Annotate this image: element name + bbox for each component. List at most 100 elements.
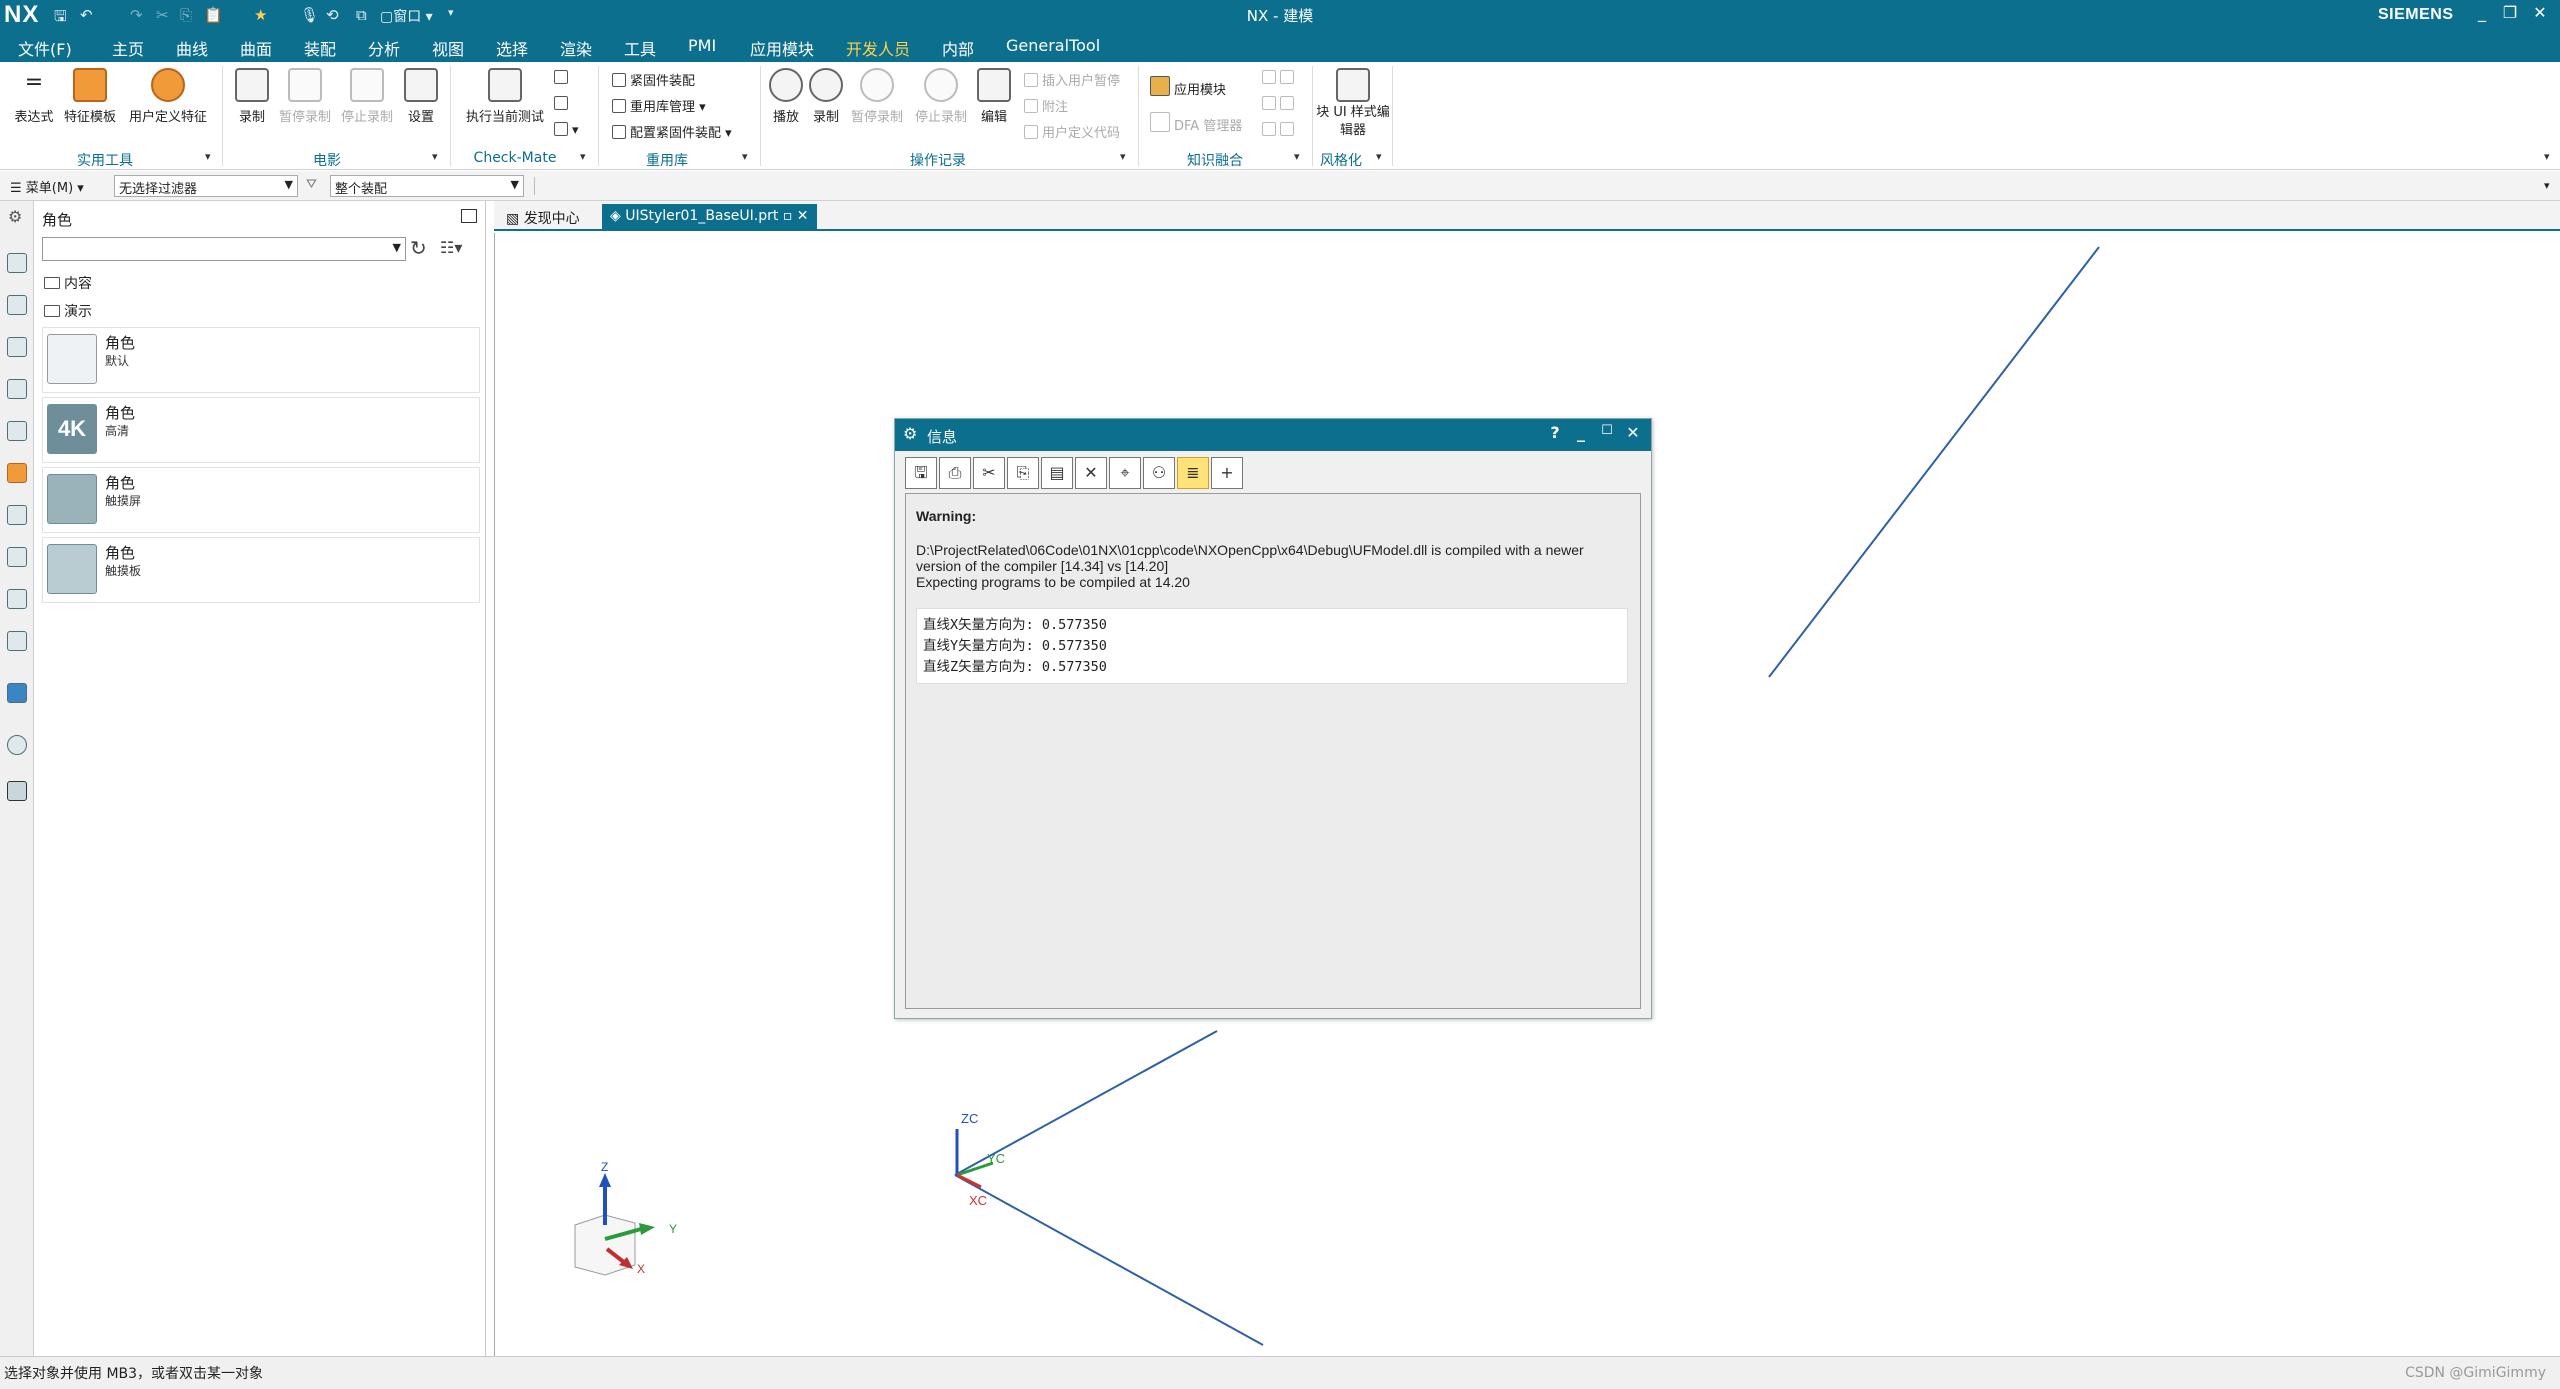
paste-icon[interactable]: ▤ (1041, 457, 1073, 489)
group-movie-more-icon[interactable]: ▾ (432, 150, 438, 163)
movie-settings-button[interactable]: 设置 (400, 68, 442, 125)
expression-button[interactable]: = 表达式 (10, 68, 58, 125)
maximize-panel-icon[interactable] (461, 209, 477, 223)
fastener-assembly-item[interactable]: 紧固件装配 (612, 70, 695, 89)
history-icon[interactable] (7, 547, 27, 567)
hd3d-tools-icon[interactable] (7, 463, 27, 483)
gear-icon[interactable]: ⚙ (903, 424, 917, 443)
movie-pause-button[interactable]: 暂停录制 (276, 68, 334, 125)
process-studio-icon[interactable] (7, 631, 27, 651)
find-icon[interactable]: ⌖ (1109, 457, 1141, 489)
binoculars-icon[interactable]: ⚇ (1143, 457, 1175, 489)
menu-curve[interactable]: 曲线 (176, 36, 208, 60)
role-card-default[interactable]: 角色 默认 (42, 327, 480, 393)
tree-folder-content[interactable]: 内容 (44, 273, 92, 293)
cut-icon[interactable]: ✂ (973, 457, 1005, 489)
web-browser-icon[interactable] (7, 505, 27, 525)
kf-tool1-icon[interactable] (1262, 70, 1298, 86)
checkmate-tool3-icon[interactable]: ▾ (554, 122, 579, 138)
journal-record-button[interactable]: 录制 (808, 68, 844, 125)
globe-icon[interactable] (7, 683, 27, 703)
user-defined-code-item[interactable]: 用户定义代码 (1024, 122, 1120, 141)
group-knowledge-more-icon[interactable]: ▾ (1294, 150, 1300, 163)
save-icon[interactable]: 🖫 (905, 457, 937, 489)
maximize-icon[interactable]: ☐ (1595, 423, 1619, 438)
restore-button[interactable]: ❐ (2496, 3, 2524, 22)
role-card-touchscreen[interactable]: 角色 触摸屏 (42, 467, 480, 533)
reuse-library-icon[interactable] (7, 379, 27, 399)
clock-icon[interactable] (7, 735, 27, 755)
insert-user-pause-item[interactable]: 插入用户暂停 (1024, 70, 1120, 89)
selection-scope-dropdown[interactable]: 整个装配 ▼ (330, 175, 524, 197)
help-icon[interactable]: ? (1543, 423, 1567, 442)
dfa-manager-item[interactable]: DFA 管理器 (1150, 112, 1242, 134)
group-utilities-more-icon[interactable]: ▾ (205, 150, 211, 163)
run-current-test-button[interactable]: 执行当前测试 (460, 68, 550, 125)
close-button[interactable]: ✕ (2526, 3, 2554, 22)
model-line-segment[interactable] (954, 1174, 1264, 1346)
dialog-titlebar[interactable]: ⚙ 信息 ? _ ☐ ✕ (895, 419, 1651, 451)
role-card-touchpad[interactable]: 角色 触摸板 (42, 537, 480, 603)
menu-assembly[interactable]: 装配 (304, 36, 336, 60)
journal-stop-button[interactable]: 停止录制 (912, 68, 970, 125)
minimize-button[interactable]: _ (2468, 3, 2496, 22)
assembly-navigator-icon[interactable] (7, 253, 27, 273)
menu-pmi[interactable]: PMI (688, 36, 716, 55)
wrap-text-icon[interactable]: ≣ (1177, 457, 1209, 489)
journal-pause-button[interactable]: 暂停录制 (848, 68, 906, 125)
group-styler-more-icon[interactable]: ▾ (1376, 150, 1382, 163)
journal-play-button[interactable]: 播放 (768, 68, 804, 125)
group-journal-more-icon[interactable]: ▾ (1120, 150, 1126, 163)
menu-internal[interactable]: 内部 (942, 36, 974, 60)
reuse-library-manager-item[interactable]: 重用库管理 ▾ (612, 96, 706, 115)
movie-stop-button[interactable]: 停止录制 (338, 68, 396, 125)
minimize-icon[interactable]: _ (1569, 423, 1593, 442)
ribbon-options-icon[interactable]: ▾ (2544, 150, 2550, 163)
filter-icon[interactable]: ⛛ (306, 177, 317, 192)
selection-filter-dropdown[interactable]: 无选择过滤器 ▼ (114, 175, 298, 197)
menu-file[interactable]: 文件(F) (18, 36, 72, 60)
add-icon[interactable]: + (1211, 457, 1243, 489)
view-options-icon[interactable]: ☷▾ (440, 238, 462, 257)
tab-menu-icon[interactable]: ▫ (783, 208, 793, 224)
menu-home[interactable]: 主页 (112, 36, 144, 60)
selbar-options-icon[interactable]: ▾ (2544, 179, 2550, 192)
feature-template-button[interactable]: 特征模板 (60, 68, 120, 125)
model-line-segment[interactable] (1768, 246, 2100, 678)
system-materials-icon[interactable] (7, 589, 27, 609)
block-ui-styler-button[interactable]: 块 UI 样式编辑器 (1316, 68, 1390, 140)
tab-discovery-center[interactable]: ▧ 发现中心 (498, 204, 588, 230)
tree-folder-demo[interactable]: 演示 (44, 301, 92, 321)
menu-select[interactable]: 选择 (496, 36, 528, 60)
menu-tools[interactable]: 工具 (624, 36, 656, 60)
view-manager-icon[interactable] (7, 421, 27, 441)
movie-record-button[interactable]: 录制 (232, 68, 272, 125)
menu-applications[interactable]: 应用模块 (750, 36, 814, 60)
group-checkmate-more-icon[interactable]: ▾ (580, 150, 586, 163)
group-reuse-more-icon[interactable]: ▾ (742, 150, 748, 163)
print-icon[interactable]: ⎙ (939, 457, 971, 489)
roles-filter-dropdown[interactable]: ▼ (42, 237, 406, 261)
refresh-icon[interactable]: ↻ (410, 236, 427, 260)
settings-gear-icon[interactable]: ⚙ (8, 207, 22, 226)
journal-edit-button[interactable]: 编辑 (976, 68, 1012, 125)
close-icon[interactable]: ✕ (1621, 423, 1645, 442)
comment-item[interactable]: 附注 (1024, 96, 1068, 115)
menu-generaltool[interactable]: GeneralTool (1006, 36, 1100, 55)
delete-icon[interactable]: ✕ (1075, 457, 1107, 489)
checkmate-tool2-icon[interactable] (554, 96, 572, 112)
configure-fastener-item[interactable]: 配置紧固件装配 ▾ (612, 122, 732, 141)
menu-render[interactable]: 渲染 (560, 36, 592, 60)
menu-view[interactable]: 视图 (432, 36, 464, 60)
menu-surface[interactable]: 曲面 (240, 36, 272, 60)
copy-icon[interactable]: ⎘ (1007, 457, 1039, 489)
menu-developer[interactable]: 开发人员 (846, 36, 911, 64)
close-tab-icon[interactable]: ✕ (797, 208, 809, 224)
part-navigator-icon[interactable] (7, 337, 27, 357)
menu-analysis[interactable]: 分析 (368, 36, 400, 60)
menu-button[interactable]: ☰ 菜单(M) ▾ (10, 177, 84, 196)
role-card-hd[interactable]: 4K 角色 高清 (42, 397, 480, 463)
application-module-item[interactable]: 应用模块 (1150, 76, 1226, 98)
checkmate-tool1-icon[interactable] (554, 70, 572, 86)
kf-tool3-icon[interactable] (1262, 122, 1298, 138)
